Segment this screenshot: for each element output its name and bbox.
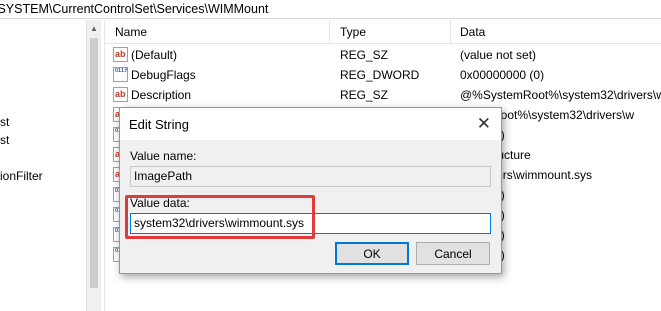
value-name-field: ImagePath bbox=[130, 166, 491, 187]
tree-item[interactable]: ionFilter bbox=[0, 169, 43, 183]
scroll-up-arrow-icon[interactable]: ▲ bbox=[90, 24, 98, 33]
tree-item[interactable]: st bbox=[0, 115, 9, 129]
address-path: \SYSTEM\CurrentControlSet\Services\WIMMo… bbox=[0, 2, 269, 16]
ok-button[interactable]: OK bbox=[335, 242, 409, 265]
list-item[interactable]: DebugFlags REG_DWORD 0x00000000 (0) bbox=[105, 65, 661, 85]
column-header-data[interactable]: Data bbox=[460, 25, 485, 39]
value-name-label: Value name: bbox=[130, 149, 197, 163]
cell-name: DebugFlags bbox=[131, 68, 196, 82]
string-value-icon bbox=[113, 87, 128, 102]
cancel-button[interactable]: Cancel bbox=[416, 242, 490, 265]
tree-item[interactable]: st bbox=[0, 133, 9, 147]
highlight-annotation bbox=[125, 195, 315, 239]
column-header-type[interactable]: Type bbox=[340, 25, 366, 39]
column-header-name[interactable]: Name bbox=[115, 25, 147, 39]
key-tree-pane[interactable]: st st ionFilter bbox=[0, 20, 86, 311]
cell-data: (value not set) bbox=[460, 48, 537, 62]
list-item[interactable]: Description REG_SZ @%SystemRoot%\system32\… bbox=[105, 85, 661, 105]
cell-type: REG_SZ bbox=[340, 48, 389, 62]
edit-string-dialog: Edit String ✕ Value name: ImagePath Valu… bbox=[119, 107, 502, 274]
cell-type: REG_SZ bbox=[340, 88, 389, 102]
scrollbar-thumb[interactable] bbox=[90, 38, 98, 288]
dialog-title: Edit String bbox=[129, 117, 189, 132]
cell-name: (Default) bbox=[131, 48, 178, 62]
string-value-icon bbox=[113, 47, 128, 62]
cell-data: @%SystemRoot%\system32\drivers\w bbox=[460, 88, 661, 102]
address-bar[interactable]: \SYSTEM\CurrentControlSet\Services\WIMMo… bbox=[0, 0, 661, 19]
cell-data: 0x00000000 (0) bbox=[460, 68, 545, 82]
cell-name: Description bbox=[131, 88, 192, 102]
list-item[interactable]: (Default) REG_SZ (value not set) bbox=[105, 45, 661, 65]
column-divider[interactable] bbox=[329, 20, 330, 44]
column-divider[interactable] bbox=[450, 20, 451, 44]
cell-type: REG_DWORD bbox=[340, 68, 420, 82]
list-header: Name Type Data bbox=[105, 20, 661, 44]
close-icon[interactable]: ✕ bbox=[477, 114, 491, 134]
tree-scrollbar[interactable]: ▲ bbox=[86, 20, 101, 311]
dialog-titlebar[interactable]: Edit String ✕ bbox=[120, 108, 501, 140]
dword-value-icon bbox=[113, 67, 128, 82]
